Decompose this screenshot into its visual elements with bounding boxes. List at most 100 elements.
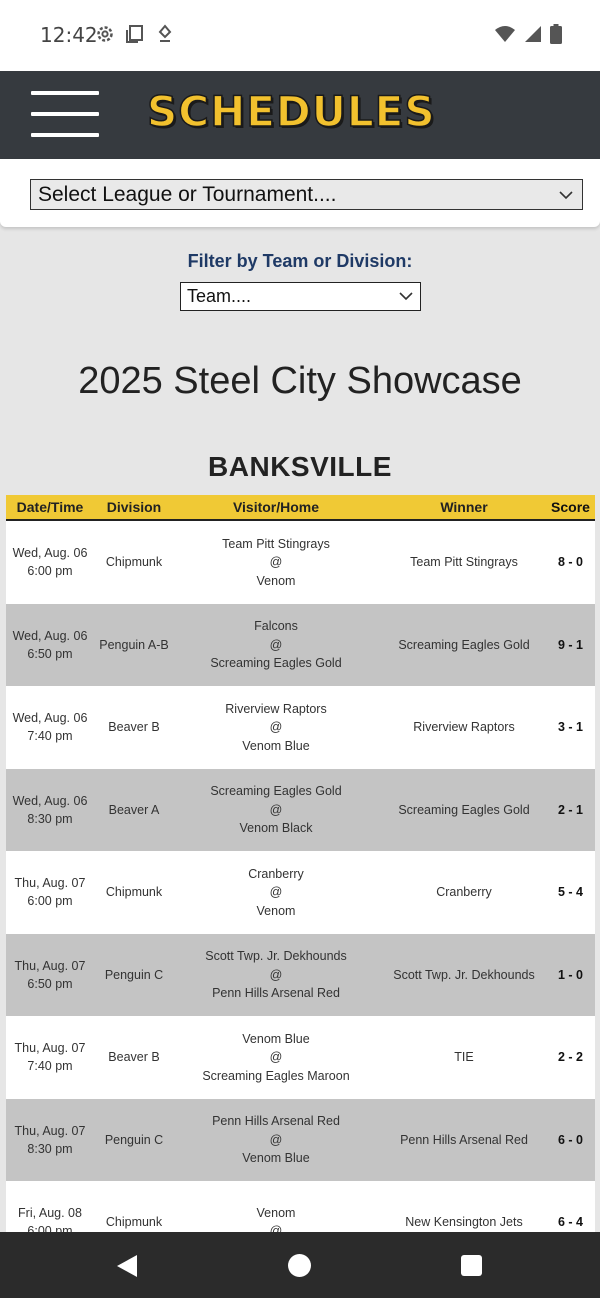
home-icon[interactable] [288, 1254, 311, 1277]
league-tournament-select[interactable]: Select League or Tournament.... [30, 179, 583, 210]
home-team[interactable]: Venom Blue [178, 737, 374, 756]
visitor-team[interactable]: Scott Twp. Jr. Dekhounds [178, 947, 374, 966]
recents-icon[interactable] [461, 1255, 482, 1276]
game-winner: Screaming Eagles Gold [398, 637, 530, 652]
column-header-score[interactable]: Score [546, 499, 595, 515]
table-row: Wed, Aug. 06 6:50 pm Penguin A-B Falcons @… [6, 603, 595, 686]
signal-icon [524, 25, 542, 48]
game-date-time: Wed, Aug. 06 8:30 pm [12, 793, 88, 826]
table-row: Thu, Aug. 07 6:50 pm Penguin C Scott Twp.… [6, 933, 595, 1016]
league-selector-card: Select League or Tournament.... [0, 159, 600, 227]
table-row: Thu, Aug. 07 6:00 pm Chipmunk Cranberry @ V… [6, 851, 595, 934]
game-matchup: Venom Blue @ Screaming Eagles Maroon [178, 1030, 374, 1086]
page-title: SCHEDULES [146, 86, 436, 137]
table-row: Wed, Aug. 06 7:40 pm Beaver B Riverview R… [6, 686, 595, 769]
game-winner: TIE [454, 1050, 474, 1065]
status-bar: 12:42 [0, 0, 600, 71]
home-team[interactable]: Screaming Eagles Gold [178, 654, 374, 673]
chevron-down-icon [558, 185, 574, 209]
game-date-time: Thu, Aug. 07 6:00 pm [14, 876, 86, 909]
event-title: 2025 Steel City Showcase [78, 360, 522, 402]
game-matchup: Penn Hills Arsenal Red @ Venom Blue [178, 1112, 374, 1168]
system-nav-bar [0, 1232, 600, 1298]
game-score: 1 - 0 [557, 967, 583, 982]
game-score: 2 - 2 [557, 1050, 583, 1065]
column-header-visitor-home[interactable]: Visitor/Home [178, 498, 374, 517]
game-matchup: Falcons @ Screaming Eagles Gold [178, 617, 374, 673]
game-matchup: Scott Twp. Jr. Dekhounds @ Penn Hills Arse… [178, 947, 374, 1003]
game-score: 6 - 4 [557, 1215, 583, 1230]
game-winner: Screaming Eagles Gold [398, 802, 530, 817]
visitor-team[interactable]: Falcons [178, 617, 374, 636]
column-header-division[interactable]: Division [94, 499, 174, 515]
visitor-team[interactable]: Venom [178, 1204, 374, 1223]
game-division: Chipmunk [105, 1215, 163, 1230]
visitor-team[interactable]: Penn Hills Arsenal Red [178, 1112, 374, 1131]
gear-icon [95, 24, 115, 49]
game-matchup: Cranberry @ Venom [178, 865, 374, 921]
visitor-team[interactable]: Venom Blue [178, 1030, 374, 1049]
app-header: SCHEDULES [0, 71, 600, 159]
game-date-time: Wed, Aug. 06 6:50 pm [12, 628, 88, 661]
home-team[interactable]: Venom Black [178, 819, 374, 838]
game-division: Chipmunk [105, 555, 163, 570]
game-winner: Riverview Raptors [413, 720, 515, 735]
game-score: 9 - 1 [557, 637, 583, 652]
game-score: 3 - 1 [557, 720, 583, 735]
game-score: 2 - 1 [557, 802, 583, 817]
chevron-down-icon [398, 288, 414, 309]
screen-copy-icon [125, 24, 145, 49]
game-division: Penguin C [104, 1132, 164, 1147]
home-team[interactable]: Screaming Eagles Maroon [178, 1067, 374, 1086]
location-pin-icon [155, 24, 175, 49]
game-division: Penguin C [104, 967, 164, 982]
visitor-team[interactable]: Team Pitt Stingrays [178, 535, 374, 554]
table-row: Thu, Aug. 07 7:40 pm Beaver B Venom Blue @… [6, 1016, 595, 1099]
home-team[interactable]: Penn Hills Arsenal Red [178, 984, 374, 1003]
game-division: Penguin A-B [99, 637, 169, 652]
schedule-table: Date/Time Division Visitor/Home Winner S… [6, 495, 595, 1264]
hamburger-menu-icon[interactable] [31, 91, 99, 138]
game-date-time: Wed, Aug. 06 6:00 pm [12, 546, 88, 579]
game-date-time: Thu, Aug. 07 7:40 pm [14, 1041, 86, 1074]
game-score: 6 - 0 [557, 1132, 583, 1147]
home-team[interactable]: Venom [178, 572, 374, 591]
game-division: Beaver A [108, 802, 160, 817]
column-header-date-time[interactable]: Date/Time [6, 498, 94, 516]
game-winner: Team Pitt Stingrays [410, 555, 518, 570]
game-date-time: Thu, Aug. 07 8:30 pm [14, 1123, 86, 1156]
game-matchup: Riverview Raptors @ Venom Blue [178, 700, 374, 756]
game-division: Chipmunk [105, 885, 163, 900]
visitor-team[interactable]: Riverview Raptors [178, 700, 374, 719]
team-select-value: Team.... [187, 286, 252, 306]
game-score: 8 - 0 [557, 555, 583, 570]
game-winner: Cranberry [436, 885, 492, 900]
home-team[interactable]: Venom Blue [178, 1149, 374, 1168]
game-winner: Scott Twp. Jr. Dekhounds [393, 967, 535, 982]
game-division: Beaver B [108, 1050, 160, 1065]
column-header-winner[interactable]: Winner [374, 499, 554, 515]
game-date-time: Thu, Aug. 07 6:50 pm [14, 958, 86, 991]
battery-icon [550, 24, 562, 49]
visitor-team[interactable]: Cranberry [178, 865, 374, 884]
team-division-select[interactable]: Team.... [180, 282, 421, 311]
table-row: Thu, Aug. 07 8:30 pm Penguin C Penn Hills… [6, 1098, 595, 1181]
back-icon[interactable] [116, 1254, 138, 1283]
table-header: Date/Time Division Visitor/Home Winner S… [6, 495, 595, 521]
status-time: 12:42 [40, 23, 98, 47]
game-matchup: Team Pitt Stingrays @ Venom [178, 535, 374, 591]
game-division: Beaver B [108, 720, 160, 735]
game-winner: New Kensington Jets [405, 1215, 523, 1230]
visitor-team[interactable]: Screaming Eagles Gold [178, 782, 374, 801]
league-select-value: Select League or Tournament.... [38, 182, 337, 206]
game-date-time: Wed, Aug. 06 7:40 pm [12, 711, 88, 744]
game-score: 5 - 4 [557, 885, 583, 900]
venue-title: BANKSVILLE [208, 451, 392, 482]
wifi-icon [494, 25, 516, 48]
game-matchup: Screaming Eagles Gold @ Venom Black [178, 782, 374, 838]
home-team[interactable]: Venom [178, 902, 374, 921]
table-row: Wed, Aug. 06 8:30 pm Beaver A Screaming E… [6, 768, 595, 851]
table-row: Wed, Aug. 06 6:00 pm Chipmunk Team Pitt S… [6, 521, 595, 604]
game-winner: Penn Hills Arsenal Red [400, 1132, 528, 1147]
filter-label: Filter by Team or Division: [187, 251, 413, 271]
